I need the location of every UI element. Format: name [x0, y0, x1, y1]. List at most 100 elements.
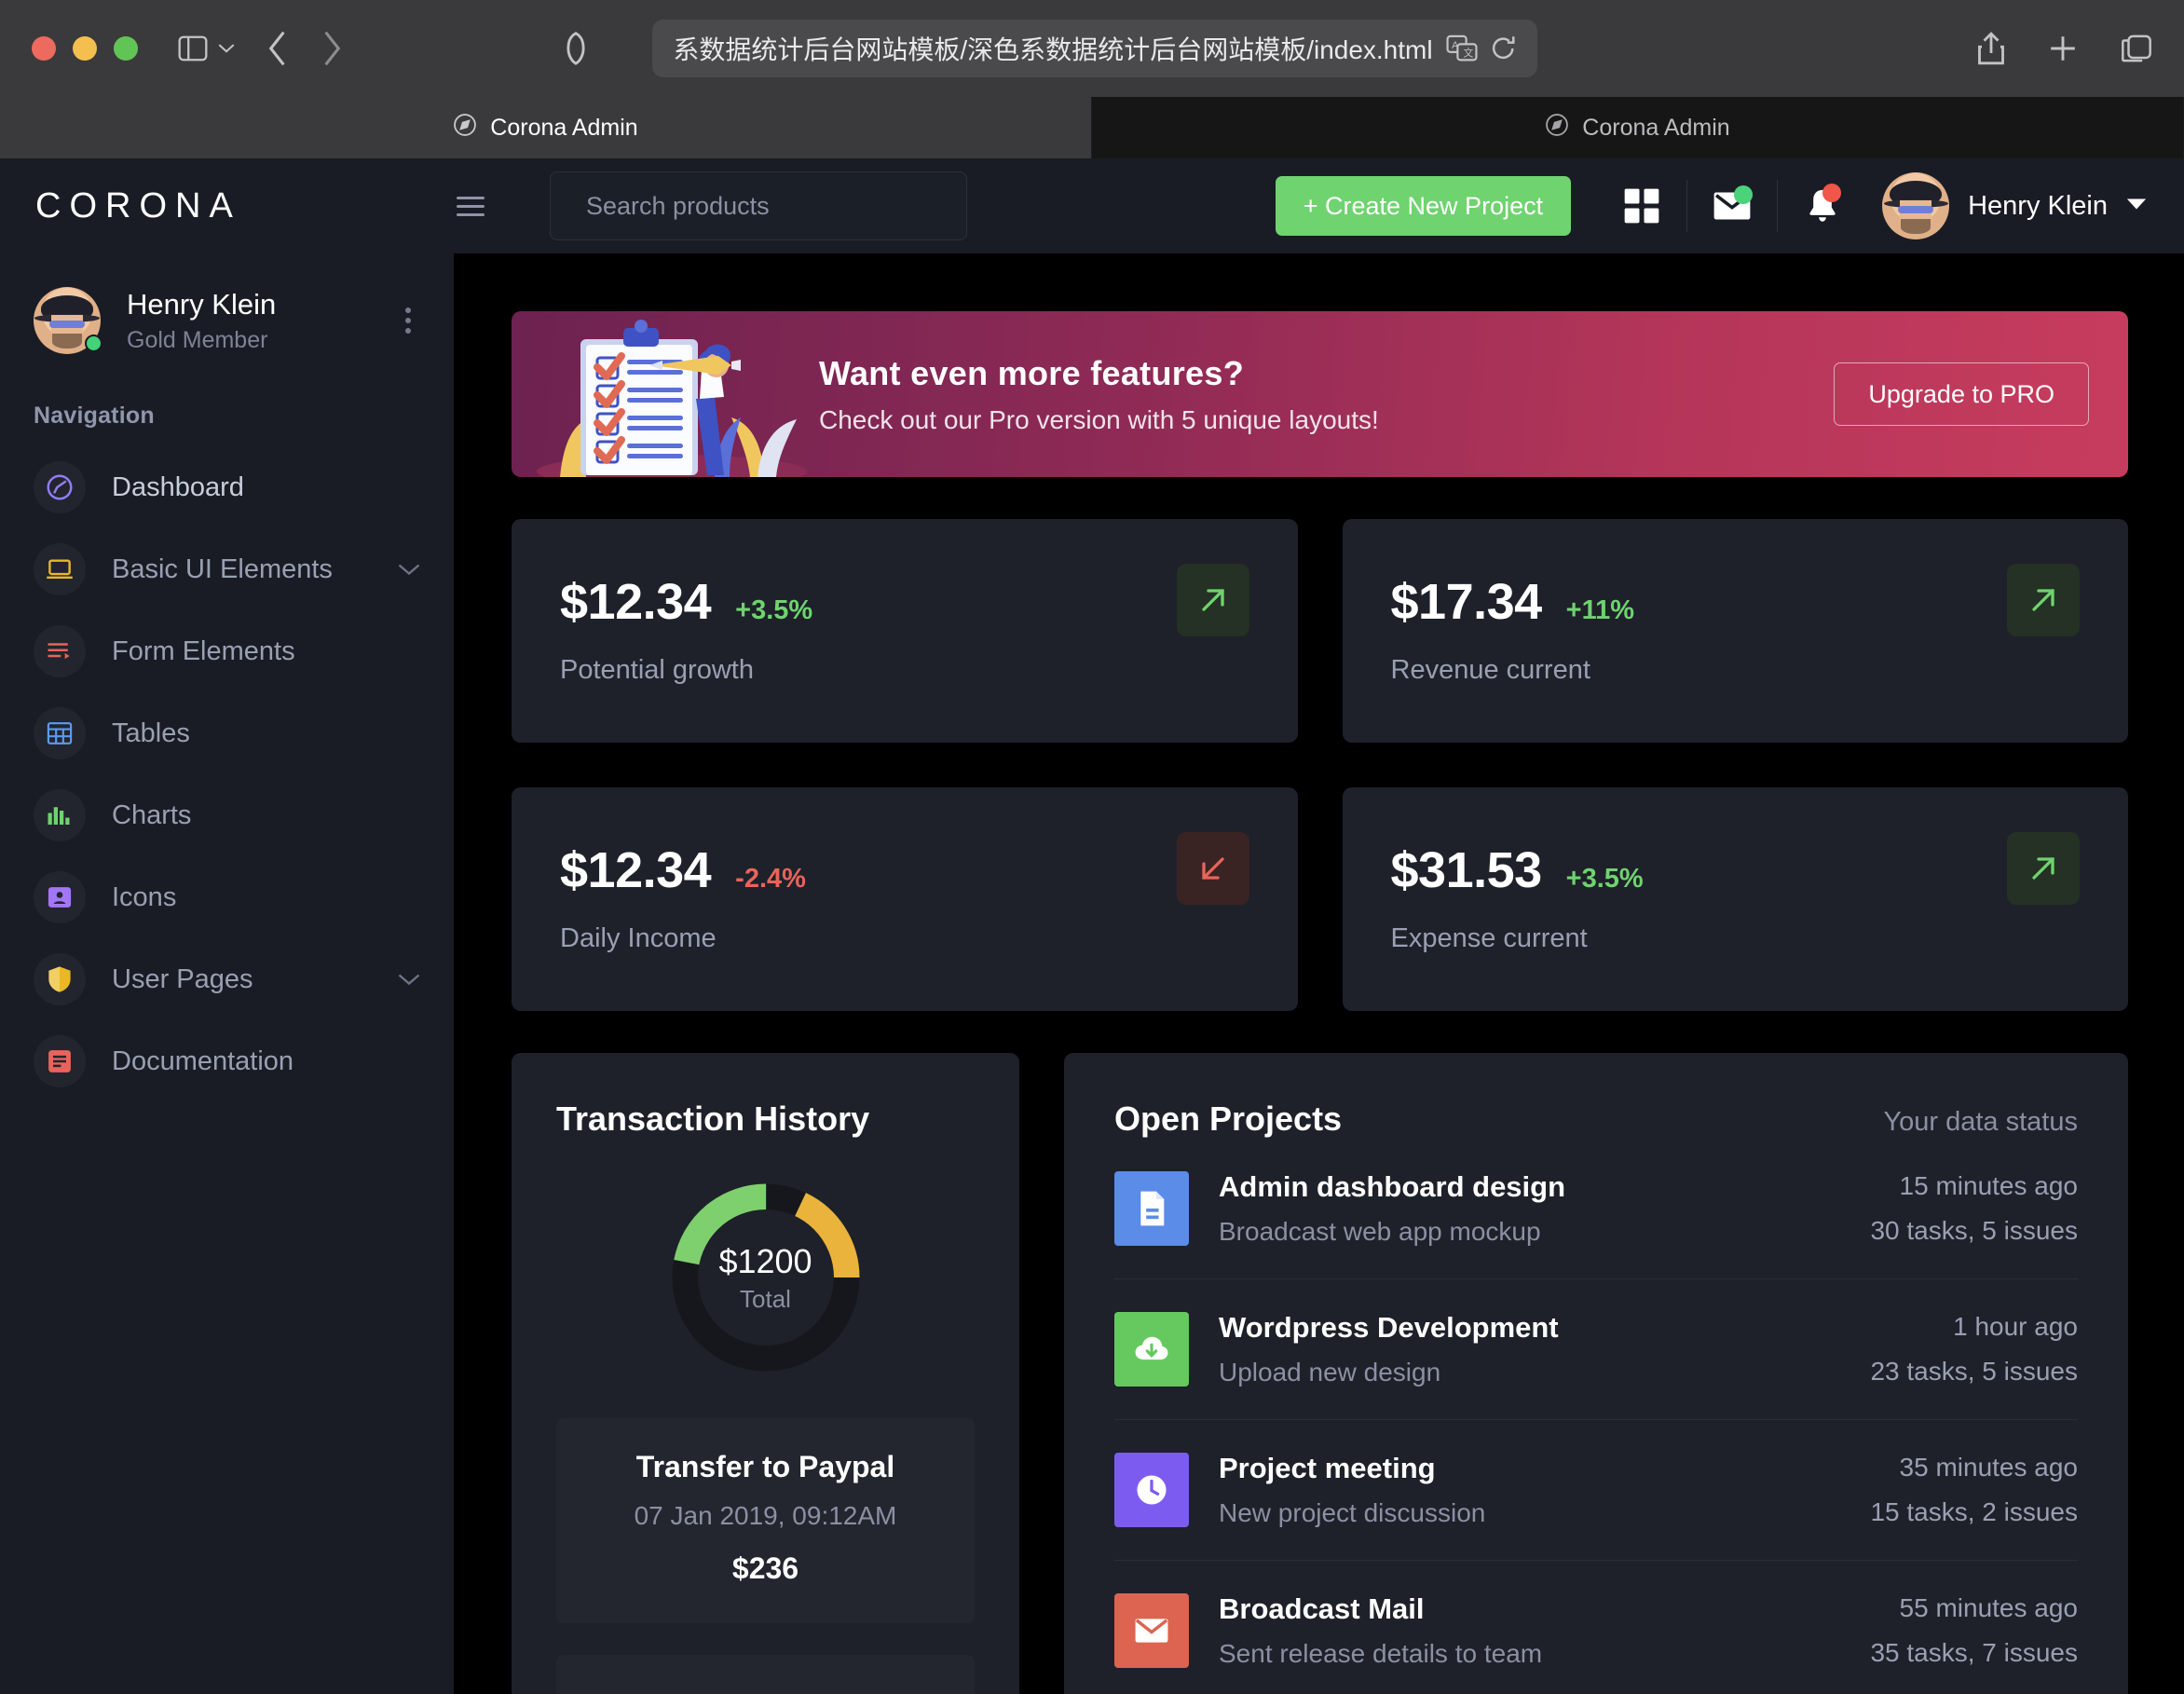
user-menu-name: Henry Klein [1968, 190, 2108, 221]
forward-button[interactable] [321, 30, 343, 67]
transaction-item[interactable]: Transfer to Paypal 07 Jan 2019, 09:12AM … [556, 1418, 975, 1623]
sidebar-profile-role: Gold Member [127, 327, 268, 354]
maximize-window-button[interactable] [114, 36, 138, 61]
tab-strip: Corona Admin Corona Admin [0, 97, 2184, 158]
transaction-date: 07 Jan 2019, 09:12AM [634, 1501, 897, 1530]
close-window-button[interactable] [32, 36, 56, 61]
sidebar-profile[interactable]: Henry Klein Gold Member [0, 268, 454, 355]
stat-value: $12.34 [560, 842, 712, 898]
online-status-dot [85, 335, 102, 353]
table-row[interactable]: Broadcast Mail Sent release details to t… [1114, 1561, 2078, 1694]
corona-admin-app: CORONA + Create New Project [0, 158, 2184, 1694]
open-projects-status: Your data status [1883, 1107, 2078, 1137]
reload-icon[interactable] [1491, 34, 1517, 62]
privacy-shield-icon[interactable] [566, 32, 586, 65]
table-row[interactable]: Admin dashboard design Broadcast web app… [1114, 1139, 2078, 1279]
stat-value: $12.34 [560, 574, 712, 630]
transaction-title: Transfer to Paypal [635, 1450, 895, 1483]
project-name: Wordpress Development [1219, 1311, 1559, 1344]
stat-delta: +3.5% [735, 595, 813, 625]
browser-tab-2[interactable]: Corona Admin [1092, 97, 2184, 158]
stat-value: $17.34 [1390, 574, 1543, 630]
share-icon[interactable] [1977, 31, 2005, 66]
stat-label: Expense current [1390, 923, 1588, 953]
svg-text:文: 文 [1463, 47, 1473, 60]
messages-button[interactable] [1693, 171, 1771, 240]
sidebar-item-dashboard[interactable]: Dashboard [0, 446, 454, 528]
tab-title: Corona Admin [490, 114, 638, 141]
speedometer-icon [34, 461, 86, 514]
sidebar-item-icons[interactable]: Icons [0, 856, 454, 938]
arrow-up-right-icon [2007, 564, 2080, 636]
apps-grid-button[interactable] [1603, 171, 1681, 240]
browser-tab-1[interactable]: Corona Admin [0, 97, 1092, 158]
chevron-down-icon [398, 557, 420, 581]
sidebar-item-user-pages[interactable]: User Pages [0, 938, 454, 1020]
stat-card-potential-growth: $12.34 +3.5% Potential growth [512, 519, 1298, 743]
stat-card-revenue-current: $17.34 +11% Revenue current [1342, 519, 2128, 743]
compass-favicon-icon [453, 113, 477, 143]
project-name: Admin dashboard design [1219, 1170, 1566, 1203]
app-logo[interactable]: CORONA [35, 186, 457, 226]
transaction-history-card: Transaction History $1200 Total Transfer… [512, 1053, 1019, 1694]
contact-card-icon [34, 871, 86, 924]
sidebar-item-form-elements[interactable]: Form Elements [0, 610, 454, 692]
sidebar-item-charts[interactable]: Charts [0, 774, 454, 856]
user-menu[interactable]: Henry Klein [1882, 172, 2147, 239]
sidebar-chevron-down-icon[interactable] [218, 43, 235, 54]
project-tasks: 30 tasks, 5 issues [1870, 1216, 2078, 1245]
clipboard-illustration [537, 320, 807, 477]
sidebar-toggle-icon[interactable] [177, 34, 209, 62]
minimize-window-button[interactable] [73, 36, 97, 61]
table-row[interactable]: Project meeting New project discussion 3… [1114, 1420, 2078, 1561]
document-icon [34, 1035, 86, 1088]
sidebar-item-label: Dashboard [112, 471, 244, 502]
browser-window: 系数据统计后台网站模板/深色系数据统计后台网站模板/index.html A 文 [0, 0, 2184, 1694]
address-bar[interactable]: 系数据统计后台网站模板/深色系数据统计后台网站模板/index.html A 文 [652, 20, 1537, 77]
transaction-item-next[interactable] [556, 1655, 975, 1694]
donut-center-label: Total [740, 1284, 791, 1313]
sidebar-item-label: Documentation [112, 1045, 294, 1076]
stat-card-expense-current: $31.53 +3.5% Expense current [1342, 787, 2128, 1011]
search-input[interactable] [550, 171, 967, 240]
top-navbar: CORONA + Create New Project [0, 158, 2184, 253]
bar-chart-icon [34, 789, 86, 842]
transaction-history-title: Transaction History [556, 1100, 870, 1138]
stat-label: Daily Income [560, 923, 717, 953]
sidebar-item-label: Form Elements [112, 635, 295, 666]
stat-value: $31.53 [1390, 842, 1543, 898]
menu-toggle-icon[interactable] [457, 196, 485, 216]
arrow-down-left-icon [1176, 832, 1249, 905]
project-tasks: 35 tasks, 7 issues [1870, 1638, 2078, 1667]
project-time: 1 hour ago [1953, 1312, 2078, 1341]
divider [1686, 180, 1688, 232]
sidebar: Henry Klein Gold Member Navigation Dashb… [0, 253, 454, 1694]
url-text: 系数据统计后台网站模板/深色系数据统计后台网站模板/index.html [673, 35, 1433, 64]
back-button[interactable] [266, 30, 289, 67]
upgrade-to-pro-button[interactable]: Upgrade to PRO [1834, 362, 2089, 426]
clock-icon [1114, 1453, 1189, 1527]
project-time: 55 minutes ago [1899, 1593, 2078, 1622]
profile-more-options-icon[interactable] [396, 298, 420, 343]
translate-icon[interactable]: A 文 [1446, 34, 1478, 62]
open-projects-title: Open Projects [1114, 1100, 1343, 1138]
chevron-down-icon [398, 967, 420, 991]
project-time: 35 minutes ago [1899, 1453, 2078, 1482]
sidebar-item-documentation[interactable]: Documentation [0, 1020, 454, 1102]
chevron-down-icon [2126, 198, 2147, 215]
sidebar-item-tables[interactable]: Tables [0, 692, 454, 774]
window-controls [32, 36, 138, 61]
tab-overview-icon[interactable] [2121, 34, 2152, 63]
sidebar-item-basic-ui-elements[interactable]: Basic UI Elements [0, 528, 454, 610]
sidebar-profile-name: Henry Klein [127, 288, 277, 321]
stat-card-daily-income: $12.34 -2.4% Daily Income [512, 787, 1298, 1011]
form-lines-icon [34, 625, 86, 678]
banner-subheading: Check out our Pro version with 5 unique … [819, 404, 1379, 434]
notifications-button[interactable] [1783, 171, 1862, 240]
stat-delta: +3.5% [1565, 864, 1644, 894]
create-new-project-button[interactable]: + Create New Project [1275, 176, 1572, 236]
browser-toolbar: 系数据统计后台网站模板/深色系数据统计后台网站模板/index.html A 文 [0, 0, 2184, 97]
new-tab-icon[interactable] [2048, 34, 2078, 63]
project-desc: Upload new design [1219, 1358, 1441, 1387]
table-row[interactable]: Wordpress Development Upload new design … [1114, 1279, 2078, 1420]
